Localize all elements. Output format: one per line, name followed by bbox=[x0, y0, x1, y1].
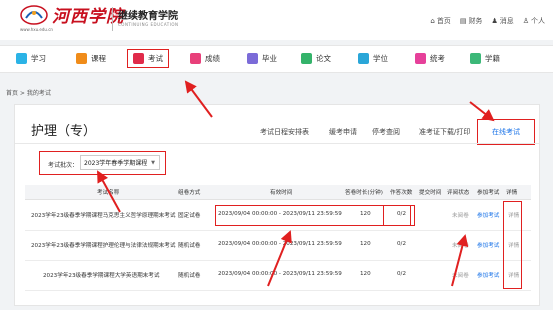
arrow-to-online-exam bbox=[469, 101, 495, 122]
annotation-arrows bbox=[97, 80, 495, 287]
arrow-to-valid-time bbox=[267, 230, 292, 287]
arrow-to-join-exam bbox=[451, 234, 469, 287]
arrow-to-batch-filter bbox=[97, 170, 121, 213]
arrow-to-exams-tab bbox=[184, 80, 213, 118]
